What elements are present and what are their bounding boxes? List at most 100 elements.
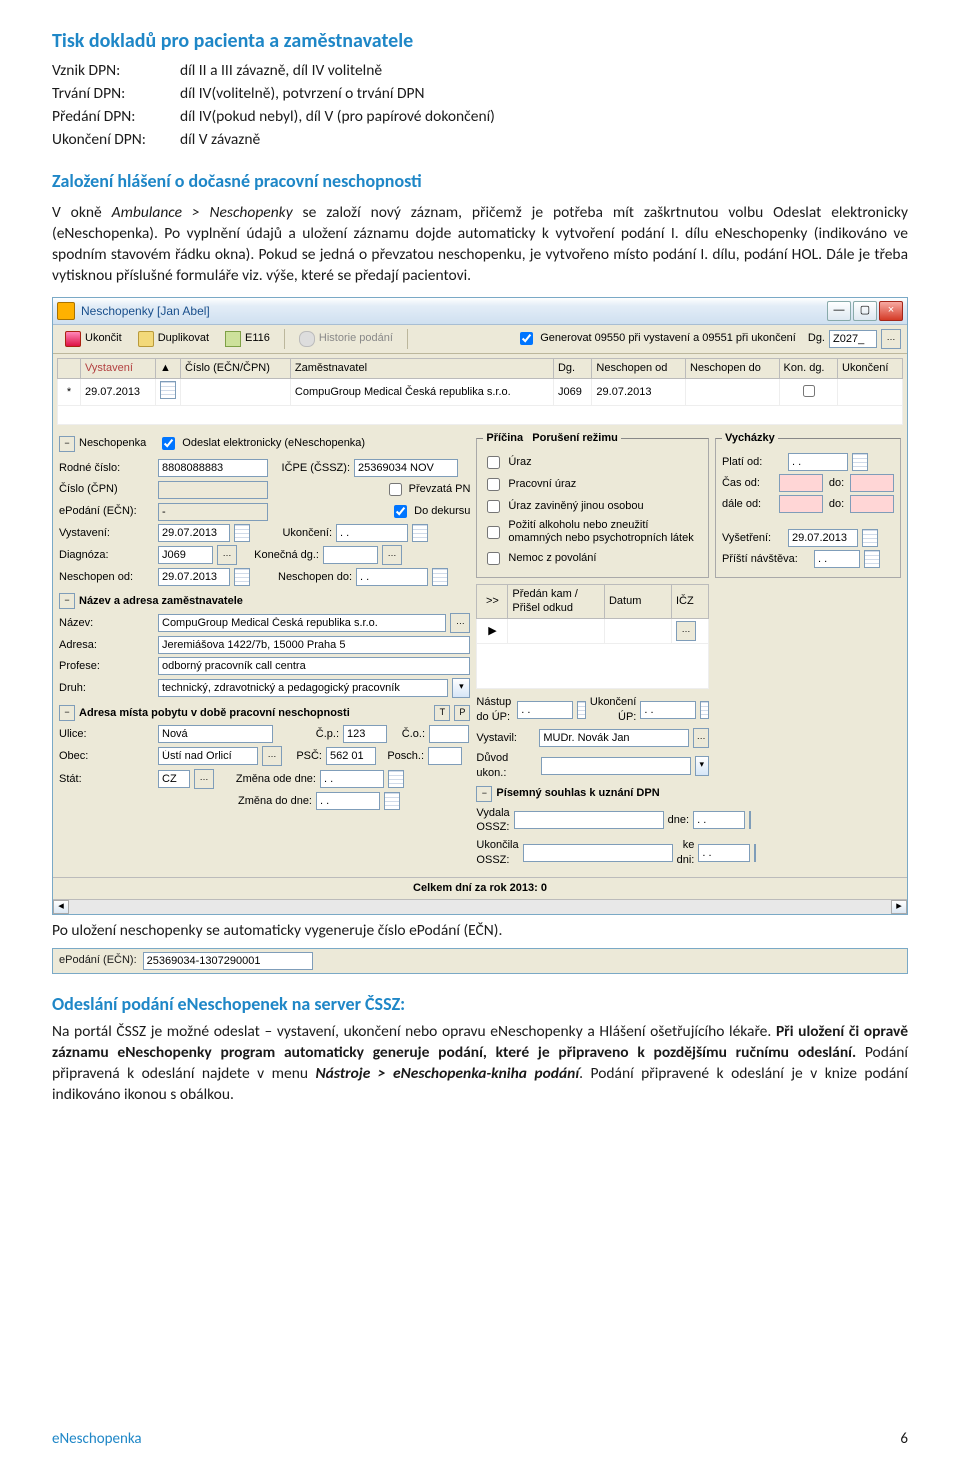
cell[interactable]: CompuGroup Medical Česká republika s.r.o… [290,378,553,406]
datepicker-icon[interactable] [577,701,586,719]
diagnoza-input[interactable] [158,546,213,564]
nastup-up-input[interactable] [517,701,573,719]
pristi-navsteva-input[interactable] [814,550,860,568]
collapse-toggle[interactable]: − [476,786,492,802]
col-header[interactable]: Datum [604,584,671,619]
co-input[interactable] [429,725,469,743]
druh-input[interactable] [158,679,448,697]
datepicker-icon[interactable] [388,770,404,788]
t-button[interactable]: T [434,705,450,721]
cas-do-input[interactable] [850,474,894,492]
col-sort[interactable]: ▲ [155,358,180,378]
send-electronic-checkbox[interactable]: Odeslat elektronicky (eNeschopenka) [158,434,365,453]
neschopen-od-input[interactable] [158,568,230,586]
checkbox[interactable] [487,456,500,469]
duvod-input[interactable] [541,757,691,775]
checkbox[interactable] [487,526,500,539]
records-table[interactable]: Vystavení ▲ Číslo (EČN/ČPN) Zaměstnavate… [57,358,903,426]
checkbox[interactable] [487,552,500,565]
stat-input[interactable] [158,770,190,788]
neschopen-do-input[interactable] [356,568,428,586]
col-header[interactable]: Ukončení [838,358,903,378]
scrollbar[interactable]: ◂▸ [53,899,907,914]
datepicker-icon[interactable] [864,550,880,568]
col-header[interactable]: IČZ [671,584,708,619]
history-action[interactable]: Historie podání [293,328,399,350]
profese-input[interactable] [158,657,470,675]
ukonceni-input[interactable] [336,524,408,542]
table-row[interactable]: * 29.07.2013 CompuGroup Medical Česká re… [58,378,903,406]
generate-checkbox[interactable]: Generovat 09550 při vystavení a 09551 př… [516,329,796,348]
ukon-up-input[interactable] [640,701,696,719]
checkbox[interactable] [394,505,407,518]
datepicker-icon[interactable] [412,524,428,542]
dropdown-toggle[interactable]: ▾ [695,756,709,776]
vystaveni-input[interactable] [158,524,230,542]
cell[interactable] [685,378,779,406]
col-marker[interactable] [58,358,81,378]
dokursu-checkbox[interactable]: Do dekursu [390,502,470,521]
datepicker-icon[interactable] [852,453,868,471]
datepicker-icon[interactable] [160,381,176,399]
p-button[interactable]: P [454,705,470,721]
cas-od-input[interactable] [779,474,823,492]
col-header[interactable]: Neschopen od [592,358,686,378]
ukoncila-ossz-input[interactable] [523,844,673,862]
datepicker-icon[interactable] [432,568,448,586]
datepicker-icon[interactable] [862,529,878,547]
lookup-button[interactable]: … [217,545,237,565]
cell[interactable]: 29.07.2013 [592,378,686,406]
col-header[interactable]: Vystavení [81,358,156,378]
cell[interactable]: J069 [553,378,591,406]
zmena-do-input[interactable] [316,792,380,810]
lookup-button[interactable]: … [676,621,696,641]
zmena-od-input[interactable] [320,770,384,788]
checkbox[interactable] [520,332,533,345]
employer-name-input[interactable] [158,614,446,632]
duplicate-action[interactable]: Duplikovat [132,328,215,350]
dale-do-input[interactable] [850,495,894,513]
col-header[interactable]: Dg. [553,358,591,378]
collapse-toggle[interactable]: − [59,705,75,721]
maximize-button[interactable]: ▢ [853,301,877,321]
collapse-toggle[interactable]: − [59,593,75,609]
scroll-left-button[interactable]: ◂ [53,900,69,914]
checkbox[interactable] [487,500,500,513]
vysetreni-input[interactable] [788,529,858,547]
close-button[interactable]: × [879,301,903,321]
scroll-right-button[interactable]: ▸ [891,900,907,914]
lookup-button[interactable]: … [881,329,901,349]
posch-input[interactable] [428,747,462,765]
cpn-input[interactable] [158,481,268,499]
col-header[interactable]: Číslo (EČN/ČPN) [180,358,290,378]
datepicker-icon[interactable] [384,792,400,810]
titlebar[interactable]: Neschopenky [Jan Abel] — ▢ × [53,298,907,325]
lookup-button[interactable]: … [262,746,282,766]
predan-table[interactable]: >>Předán kam / Přišel odkudDatumIČZ ▶… [476,584,709,690]
datepicker-icon[interactable] [234,568,250,586]
obec-input[interactable] [158,747,258,765]
col-header[interactable]: Kon. dg. [779,358,837,378]
datepicker-icon[interactable] [700,701,709,719]
psc-input[interactable] [326,747,376,765]
cell[interactable] [838,378,903,406]
e116-action[interactable]: E116 [219,328,276,350]
cp-input[interactable] [343,725,387,743]
checkbox[interactable] [389,483,402,496]
lookup-button[interactable]: … [382,545,402,565]
vystavil-input[interactable] [539,729,689,747]
icpe-input[interactable] [354,459,458,477]
lookup-button[interactable]: … [194,769,214,789]
close-action[interactable]: Ukončit [59,328,128,350]
lookup-button[interactable]: … [450,613,470,633]
checkbox[interactable] [487,478,500,491]
checkbox[interactable] [803,385,815,397]
dropdown-toggle[interactable]: ▾ [452,678,470,698]
cell[interactable]: 29.07.2013 [81,378,156,406]
dg-input[interactable] [829,330,877,348]
prevzata-checkbox[interactable]: Převzatá PN [385,480,471,499]
dale-od-input[interactable] [779,495,823,513]
cell[interactable] [180,378,290,406]
col-header[interactable]: Neschopen do [685,358,779,378]
rodne-cislo-input[interactable] [158,459,268,477]
